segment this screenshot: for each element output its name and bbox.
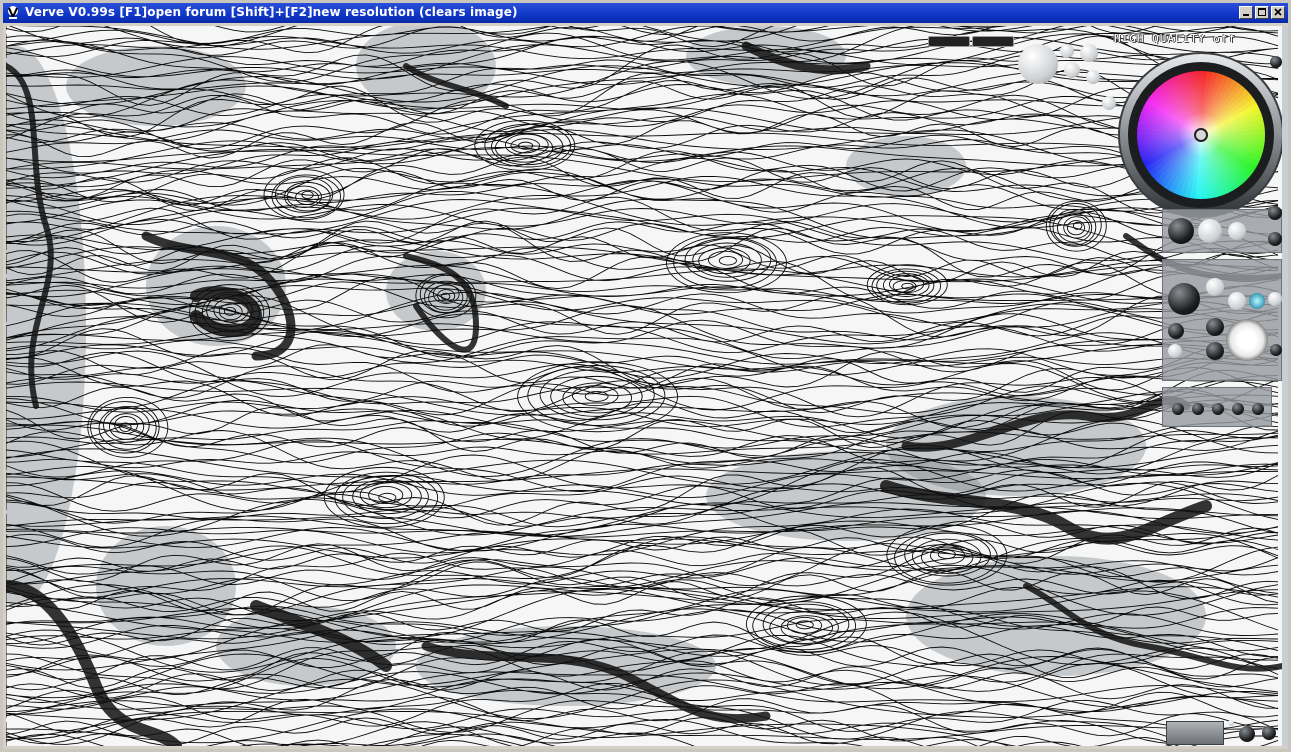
brush-settings-panel xyxy=(1162,259,1282,381)
tool-button[interactable] xyxy=(1192,403,1204,415)
brush-option[interactable] xyxy=(1228,292,1246,310)
window-title: Verve V0.99s [F1]open forum [Shift]+[F2]… xyxy=(25,5,518,19)
canvas-thumbnail[interactable] xyxy=(1166,721,1224,745)
brush-preset[interactable] xyxy=(1086,70,1100,84)
color-wheel[interactable] xyxy=(1118,52,1282,218)
brush-texture-preview[interactable] xyxy=(1226,319,1268,361)
brush-preset-large[interactable] xyxy=(1018,44,1058,84)
minimize-button[interactable] xyxy=(1239,6,1253,19)
brush-preset[interactable] xyxy=(1060,44,1074,58)
app-window: Verve V0.99s [F1]open forum [Shift]+[F2]… xyxy=(0,0,1291,752)
thumbnail-option[interactable] xyxy=(1239,726,1255,742)
brush-size-small[interactable] xyxy=(1228,222,1246,240)
brush-option[interactable] xyxy=(1168,344,1182,358)
color-picker-handle[interactable] xyxy=(1194,128,1208,142)
toggle-slot-1[interactable] xyxy=(928,36,970,47)
tool-button[interactable] xyxy=(1232,403,1244,415)
brush-option[interactable] xyxy=(1268,206,1282,220)
drawing-canvas[interactable] xyxy=(6,26,1282,746)
high-quality-toggle[interactable]: HIGH QUALITY off xyxy=(1114,32,1236,45)
opacity-knob[interactable] xyxy=(1168,283,1200,315)
close-icon xyxy=(1274,8,1282,16)
brush-option[interactable] xyxy=(1206,278,1224,296)
maximize-button[interactable] xyxy=(1255,6,1269,19)
brush-size-medium[interactable] xyxy=(1198,219,1222,243)
title-bar[interactable]: Verve V0.99s [F1]open forum [Shift]+[F2]… xyxy=(3,3,1288,23)
tool-button[interactable] xyxy=(1212,403,1224,415)
brush-preset[interactable] xyxy=(1270,56,1282,68)
tool-button[interactable] xyxy=(1252,403,1264,415)
thumbnail-option[interactable] xyxy=(1228,720,1234,726)
brush-size-large[interactable] xyxy=(1168,218,1194,244)
active-brush-indicator[interactable] xyxy=(1249,293,1265,309)
brush-preset[interactable] xyxy=(1064,62,1080,78)
thumbnail-option[interactable] xyxy=(1262,726,1276,740)
brush-preset[interactable] xyxy=(1102,96,1116,110)
right-frame-strip xyxy=(1282,26,1288,746)
brush-option[interactable] xyxy=(1268,232,1282,246)
maximize-icon xyxy=(1258,8,1266,16)
paint-viewport: HIGH QUALITY off xyxy=(6,26,1282,746)
brush-option[interactable] xyxy=(1270,344,1282,356)
close-button[interactable] xyxy=(1271,6,1285,19)
tool-button[interactable] xyxy=(1172,403,1184,415)
brush-option[interactable] xyxy=(1206,318,1224,336)
brush-option[interactable] xyxy=(1168,323,1184,339)
toggle-slot-2[interactable] xyxy=(972,36,1014,47)
brush-option[interactable] xyxy=(1268,292,1282,306)
brush-preset[interactable] xyxy=(1080,44,1098,62)
brush-option[interactable] xyxy=(1206,342,1224,360)
verve-app-icon xyxy=(8,6,18,20)
minimize-icon xyxy=(1243,14,1249,16)
